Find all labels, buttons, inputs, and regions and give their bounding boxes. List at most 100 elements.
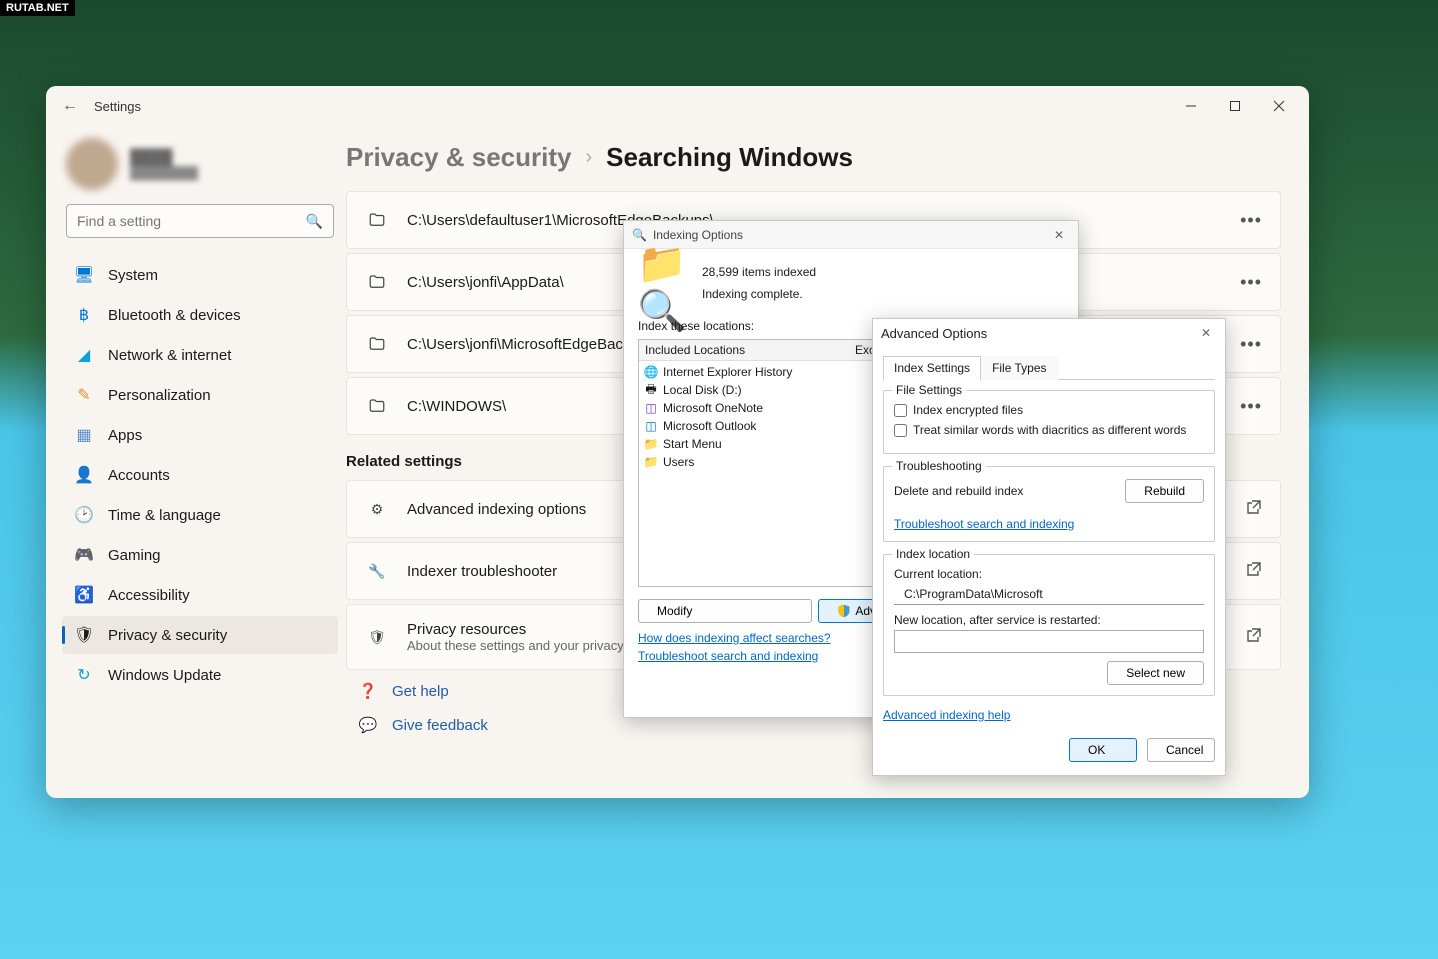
display-icon: 🖥	[74, 265, 94, 285]
back-button[interactable]: ←	[54, 90, 86, 122]
user-profile[interactable]: ████████████	[66, 138, 338, 190]
sidebar-item-personalization[interactable]: ✎ Personalization	[62, 376, 338, 414]
modify-button[interactable]: Modify	[638, 599, 812, 623]
more-icon[interactable]: •••	[1240, 210, 1262, 231]
apps-icon: ▦	[74, 425, 94, 445]
feedback-icon: 💬	[358, 716, 378, 734]
tab-index-settings[interactable]: Index Settings	[883, 356, 981, 380]
link-label: Give feedback	[392, 717, 488, 734]
tabs: Index Settings File Types	[883, 355, 1215, 380]
person-icon: 👤	[74, 465, 94, 485]
checkbox[interactable]	[894, 424, 907, 437]
new-location-input[interactable]	[894, 630, 1204, 653]
troubleshooting-group: Troubleshooting Delete and rebuild index…	[883, 466, 1215, 542]
sidebar: ████████████ 🔍 🖥 System ฿Bluetooth & devi…	[46, 126, 346, 798]
row-label: Internet Explorer History	[663, 365, 792, 379]
minimize-button[interactable]	[1169, 91, 1213, 121]
nav-label: Time & language	[108, 507, 221, 524]
profile-email: ████████	[130, 166, 198, 180]
more-icon[interactable]: •••	[1240, 334, 1262, 355]
drive-icon: 🖶	[643, 382, 659, 398]
index-location-group: Index location Current location: C:\Prog…	[883, 554, 1215, 696]
sidebar-item-accounts[interactable]: 👤Accounts	[62, 456, 338, 494]
row-label: Start Menu	[663, 437, 722, 451]
outlook-icon: ◫	[643, 418, 659, 434]
more-icon[interactable]: •••	[1240, 396, 1262, 417]
sidebar-item-bluetooth[interactable]: ฿Bluetooth & devices	[62, 296, 338, 334]
sidebar-item-time[interactable]: 🕑Time & language	[62, 496, 338, 534]
close-button[interactable]	[1257, 91, 1301, 121]
help-icon: ❓	[358, 682, 378, 700]
sidebar-item-privacy[interactable]: 🛡Privacy & security	[62, 616, 338, 654]
titlebar: ← Settings	[46, 86, 1309, 126]
ok-button[interactable]: OK	[1069, 738, 1137, 762]
troubleshoot-link[interactable]: Troubleshoot search and indexing	[894, 517, 1074, 531]
rebuild-button[interactable]: Rebuild	[1125, 479, 1204, 503]
maximize-button[interactable]	[1213, 91, 1257, 121]
more-icon[interactable]: •••	[1240, 272, 1262, 293]
nav-label: Windows Update	[108, 667, 221, 684]
row-label: Users	[663, 455, 694, 469]
folder-icon: 📁	[643, 454, 659, 470]
nav-label: Gaming	[108, 547, 161, 564]
nav-label: Personalization	[108, 387, 211, 404]
nav-list: 🖥 System ฿Bluetooth & devices ◢ Network & …	[62, 256, 338, 694]
search-box[interactable]: 🔍	[66, 204, 334, 238]
ie-icon: 🌐	[643, 364, 659, 380]
dialog-title: Advanced Options	[881, 326, 987, 341]
nav-label: Bluetooth & devices	[108, 307, 241, 324]
tab-file-types[interactable]: File Types	[981, 356, 1057, 380]
indexing-status: Indexing complete.	[702, 287, 816, 301]
select-new-button[interactable]: Select new	[1107, 661, 1204, 685]
brush-icon: ✎	[74, 385, 94, 405]
checkbox-label: Treat similar words with diacritics as d…	[913, 423, 1186, 437]
fieldset-legend: Troubleshooting	[892, 459, 986, 473]
folder-icon	[365, 394, 389, 418]
open-icon[interactable]	[1246, 561, 1262, 582]
nav-label: Accessibility	[108, 587, 190, 604]
checkbox-label: Index encrypted files	[913, 403, 1023, 417]
profile-name: ████	[130, 149, 198, 166]
search-input[interactable]	[77, 213, 306, 229]
nav-label: Network & internet	[108, 347, 231, 364]
gamepad-icon: 🎮	[74, 545, 94, 565]
wifi-icon: ◢	[74, 345, 94, 365]
window-controls	[1169, 91, 1301, 121]
sidebar-item-apps[interactable]: ▦ Apps	[62, 416, 338, 454]
close-icon[interactable]: ✕	[1048, 228, 1070, 242]
watermark: RUTAB.NET	[0, 0, 75, 16]
index-encrypted-checkbox[interactable]: Index encrypted files	[894, 403, 1204, 417]
close-icon[interactable]: ✕	[1195, 326, 1217, 340]
folder-icon: 📁	[643, 436, 659, 452]
row-label: Microsoft Outlook	[663, 419, 756, 433]
nav-label: Apps	[108, 427, 142, 444]
open-icon[interactable]	[1246, 627, 1262, 648]
advanced-help-link[interactable]: Advanced indexing help	[883, 708, 1010, 722]
refresh-icon: ↻	[74, 665, 94, 685]
gear-icon: ⚙	[365, 497, 389, 521]
folder-icon	[365, 332, 389, 356]
nav-label: System	[108, 267, 158, 284]
sidebar-item-accessibility[interactable]: ♿Accessibility	[62, 576, 338, 614]
diacritics-checkbox[interactable]: Treat similar words with diacritics as d…	[894, 423, 1204, 437]
dialog-titlebar: Advanced Options ✕	[873, 319, 1225, 347]
breadcrumb-parent[interactable]: Privacy & security	[346, 142, 571, 173]
checkbox[interactable]	[894, 404, 907, 417]
shield-icon: 🛡	[365, 625, 389, 649]
app-title: Settings	[94, 99, 141, 114]
search-icon: 🔍	[306, 213, 323, 230]
column-included: Included Locations	[645, 343, 855, 357]
wrench-icon: 🔧	[365, 559, 389, 583]
current-location-value: C:\ProgramData\Microsoft	[894, 584, 1204, 605]
row-label: Local Disk (D:)	[663, 383, 742, 397]
sidebar-item-system[interactable]: 🖥 System	[62, 256, 338, 294]
shield-icon: 🛡	[74, 625, 94, 645]
sidebar-item-gaming[interactable]: 🎮 Gaming	[62, 536, 338, 574]
advanced-options-dialog: Advanced Options ✕ Index Settings File T…	[872, 318, 1226, 776]
sidebar-item-network[interactable]: ◢ Network & internet	[62, 336, 338, 374]
delete-label: Delete and rebuild index	[894, 484, 1023, 498]
sidebar-item-update[interactable]: ↻ Windows Update	[62, 656, 338, 694]
chevron-right-icon: ›	[585, 146, 592, 169]
open-icon[interactable]	[1246, 499, 1262, 520]
cancel-button[interactable]: Cancel	[1147, 738, 1215, 762]
